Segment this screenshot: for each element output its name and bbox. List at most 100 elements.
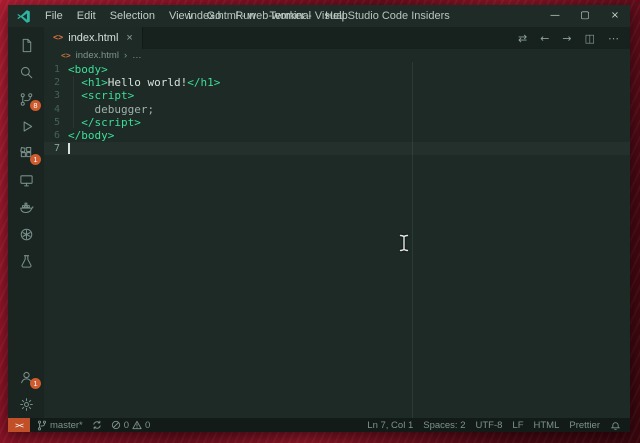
activity-item-explorer[interactable] (8, 32, 44, 59)
vscode-window: File Edit Selection View Go Run Terminal… (8, 5, 630, 432)
activity-item-search[interactable] (8, 59, 44, 86)
errors-icon (111, 420, 121, 430)
menu-bar: File Edit Selection View Go Run Terminal… (38, 5, 355, 27)
title-bar: File Edit Selection View Go Run Terminal… (8, 5, 630, 27)
warnings-count: 0 (145, 420, 150, 431)
sync-icon (92, 420, 102, 430)
menu-edit[interactable]: Edit (70, 5, 103, 27)
accounts-badge: 1 (30, 378, 41, 389)
errors-count: 0 (124, 420, 129, 431)
gear-icon (19, 397, 34, 412)
code-line-2[interactable]: 2 <h1>Hello world!</h1> (44, 76, 630, 89)
status-bar: >< master* 0 (8, 418, 630, 432)
activity-item-extensions[interactable]: 1 (8, 140, 44, 167)
docker-icon (19, 200, 34, 215)
activity-bar: 8 1 (8, 27, 44, 418)
notifications-bell[interactable] (610, 420, 621, 431)
line-number[interactable]: 2 (44, 77, 60, 88)
breadcrumb-separator: › (124, 50, 127, 61)
tab-close-icon[interactable]: × (126, 32, 132, 44)
line-number[interactable]: 4 (44, 104, 60, 115)
menu-terminal[interactable]: Terminal (263, 5, 319, 27)
git-branch-icon (37, 420, 47, 431)
breadcrumb-file[interactable]: index.html (76, 50, 119, 61)
tab-index-html[interactable]: <> index.html × (44, 27, 143, 49)
status-problems[interactable]: 0 0 (111, 420, 151, 431)
activity-item-testing[interactable] (8, 248, 44, 275)
line-number[interactable]: 6 (44, 130, 60, 141)
menu-view[interactable]: View (162, 5, 200, 27)
editor-tab-bar: <> index.html × ⇄ ← → ◫ ⋯ (44, 27, 630, 49)
nav-back-icon[interactable]: ← (540, 32, 549, 45)
run-debug-icon (19, 119, 34, 134)
activity-item-docker[interactable] (8, 194, 44, 221)
code-token: <script> (68, 89, 134, 102)
activity-item-source-control[interactable]: 8 (8, 86, 44, 113)
line-number[interactable]: 7 (44, 143, 60, 154)
line-number[interactable]: 3 (44, 90, 60, 101)
source-control-badge: 8 (30, 100, 41, 111)
mouse-ibeam-cursor (398, 234, 410, 252)
explorer-icon (19, 38, 34, 53)
breadcrumb[interactable]: <> index.html › … (44, 49, 630, 62)
code-line-6[interactable]: 6 </body> (44, 129, 630, 142)
menu-run[interactable]: Run (228, 5, 262, 27)
menu-go[interactable]: Go (200, 5, 229, 27)
activity-item-accounts[interactable]: 1 (8, 364, 44, 391)
nav-forward-icon[interactable]: → (562, 32, 571, 45)
status-branch[interactable]: master* (37, 420, 83, 431)
code-token: <body> (68, 63, 108, 76)
activity-item-kubernetes[interactable] (8, 221, 44, 248)
status-sync[interactable] (92, 420, 102, 430)
close-button[interactable]: × (600, 5, 630, 27)
code-line-5[interactable]: 5 </script> (44, 116, 630, 129)
line-number[interactable]: 1 (44, 64, 60, 75)
breadcrumb-more[interactable]: … (132, 50, 142, 61)
remote-explorer-icon (19, 173, 34, 188)
warnings-icon (132, 420, 142, 430)
kubernetes-icon (19, 227, 34, 242)
more-actions-icon[interactable]: ⋯ (608, 32, 619, 45)
code-line-3[interactable]: 3 <script> (44, 89, 630, 102)
vscode-insiders-logo-icon (16, 9, 31, 24)
menu-help[interactable]: Help (318, 5, 355, 27)
code-editor[interactable]: 1 <body> 2 <h1>Hello world!</h1> 3 <scri… (44, 62, 630, 418)
activity-item-settings[interactable] (8, 391, 44, 418)
status-indentation[interactable]: Spaces: 2 (423, 420, 465, 431)
code-token: </h1> (187, 76, 220, 89)
desktop: { "colors": { "accent_green": "#3bdf9a",… (0, 0, 640, 443)
bell-icon (610, 420, 621, 431)
code-token: debugger; (68, 103, 154, 116)
status-formatter[interactable]: Prettier (569, 420, 600, 431)
window-controls: — ▢ × (540, 5, 630, 27)
editor-actions: ⇄ ← → ◫ ⋯ (518, 27, 630, 49)
status-encoding[interactable]: UTF-8 (475, 420, 502, 431)
split-editor-icon[interactable]: ◫ (585, 32, 595, 45)
remote-window-indicator[interactable]: >< (8, 418, 30, 432)
open-changes-icon[interactable]: ⇄ (518, 32, 527, 45)
status-eol[interactable]: LF (512, 420, 523, 431)
tab-label: index.html (68, 32, 118, 44)
line-number[interactable]: 5 (44, 117, 60, 128)
menu-selection[interactable]: Selection (103, 5, 162, 27)
code-token: </body> (68, 129, 114, 142)
status-line-col[interactable]: Ln 7, Col 1 (367, 420, 413, 431)
activity-item-remote-explorer[interactable] (8, 167, 44, 194)
text-caret (68, 143, 70, 154)
code-line-7[interactable]: 7 (44, 142, 630, 155)
code-line-1[interactable]: 1 <body> (44, 63, 630, 76)
status-language[interactable]: HTML (534, 420, 560, 431)
extensions-badge: 1 (30, 154, 41, 165)
minimize-button[interactable]: — (540, 5, 570, 27)
activity-item-run-debug[interactable] (8, 113, 44, 140)
code-line-4[interactable]: 4 debugger; (44, 103, 630, 116)
menu-file[interactable]: File (38, 5, 70, 27)
maximize-button[interactable]: ▢ (570, 5, 600, 27)
code-token: Hello world! (108, 76, 187, 89)
search-icon (19, 65, 34, 80)
branch-label: master* (50, 420, 83, 431)
html-file-icon: <> (53, 33, 63, 43)
beaker-icon (19, 254, 34, 269)
code-token: </script> (68, 116, 141, 129)
remote-icon: >< (15, 421, 23, 430)
